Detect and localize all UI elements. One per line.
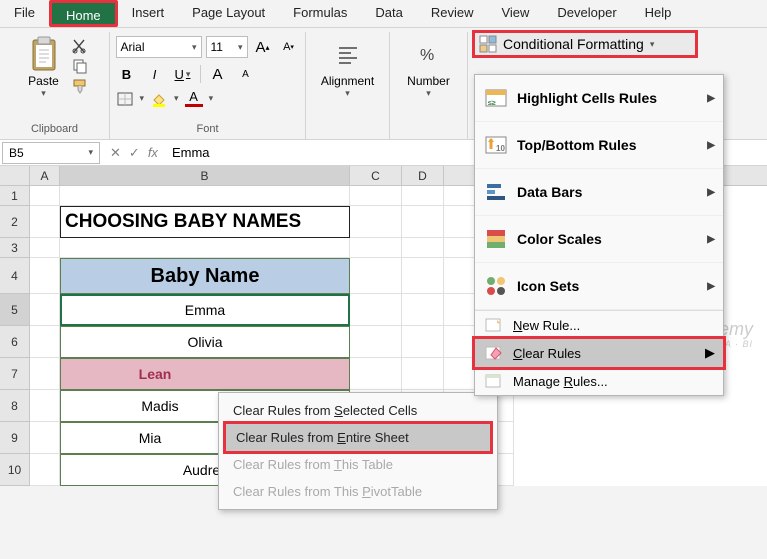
menubar: File Home Insert Page Layout Formulas Da… <box>0 0 767 28</box>
conditional-formatting-button[interactable]: Conditional Formatting ▾ <box>472 30 698 58</box>
menu-formulas[interactable]: Formulas <box>279 0 361 27</box>
chevron-down-icon: ▾ <box>650 39 655 50</box>
font-color-icon[interactable]: A <box>185 90 203 107</box>
highlight-cells-icon: ≤≥ <box>485 87 507 109</box>
menu-file[interactable]: File <box>0 0 49 27</box>
row-4[interactable]: 4 <box>0 258 30 294</box>
alignment-button[interactable]: Alignment ▾ <box>313 34 383 99</box>
top-bottom-icon: 10 <box>485 134 507 156</box>
paste-button[interactable]: Paste ▾ <box>21 34 67 99</box>
col-C[interactable]: C <box>350 166 402 185</box>
cf-new-rule[interactable]: NNew Rule...ew Rule... <box>475 311 723 339</box>
fill-color-icon[interactable] <box>150 91 168 107</box>
ribbon-group-clipboard: Paste ▾ Clipboard <box>0 32 110 139</box>
clear-rules-submenu: Clear Rules from Selected Cells Clear Ru… <box>218 392 498 510</box>
ribbon-group-alignment: Alignment ▾ <box>306 32 390 139</box>
alignment-icon <box>335 42 361 68</box>
menu-developer[interactable]: Developer <box>543 0 630 27</box>
cell-B6[interactable]: Olivia <box>60 326 350 358</box>
borders-icon[interactable] <box>116 91 134 107</box>
underline-button[interactable]: U▾ <box>172 64 194 84</box>
fx-icon[interactable]: fx <box>148 145 158 160</box>
menu-insert[interactable]: Insert <box>118 0 179 27</box>
col-D[interactable]: D <box>402 166 444 185</box>
cf-manage-rules[interactable]: Manage Rules... <box>475 367 723 395</box>
color-scales-icon <box>485 228 507 250</box>
decrease-font-icon[interactable]: A▾ <box>278 37 300 57</box>
formula-input[interactable]: Emma <box>166 145 210 160</box>
title-cell[interactable]: CHOOSING BABY NAMES <box>60 206 350 238</box>
menu-view[interactable]: View <box>487 0 543 27</box>
row-1[interactable]: 1 <box>0 186 30 206</box>
clipboard-label: Clipboard <box>31 123 78 137</box>
cf-top-bottom-rules[interactable]: 10 Top/Bottom Rules ▶ <box>475 122 723 169</box>
row-2[interactable]: 2 <box>0 206 30 238</box>
paste-label: Paste <box>28 74 59 88</box>
cancel-icon[interactable]: ✕ <box>110 145 121 161</box>
chevron-down-icon: ▾ <box>41 88 46 99</box>
svg-text:≤≥: ≤≥ <box>488 100 496 107</box>
row-3[interactable]: 3 <box>0 238 30 258</box>
cell-B7[interactable]: Lean <box>60 358 350 390</box>
name-box[interactable]: B5▾ <box>2 142 100 164</box>
menu-help[interactable]: Help <box>631 0 686 27</box>
menu-review[interactable]: Review <box>417 0 488 27</box>
select-all[interactable] <box>0 166 30 185</box>
clear-rules-this-table: Clear Rules from This Table <box>223 451 493 478</box>
new-rule-icon <box>485 317 503 333</box>
ribbon-group-styles: Conditional Formatting ▾ ≤≥ Highlight Ce… <box>468 32 728 139</box>
percent-icon: % <box>416 42 442 68</box>
conditional-formatting-menu: ≤≥ Highlight Cells Rules ▶ 10 Top/Bottom… <box>474 74 724 396</box>
cf-clear-rules[interactable]: Clear Rules ▶ <box>472 336 726 370</box>
row-10[interactable]: 10 <box>0 454 30 486</box>
font-size-big-icon[interactable]: A <box>207 64 229 84</box>
clipboard-icon <box>29 36 59 74</box>
increase-font-icon[interactable]: A▴ <box>252 37 274 57</box>
font-size-small-icon[interactable]: A <box>235 64 257 84</box>
row-9[interactable]: 9 <box>0 422 30 454</box>
clear-rules-this-pivot: Clear Rules from This PivotTable <box>223 478 493 505</box>
clear-rules-selected-cells[interactable]: Clear Rules from Selected Cells <box>223 397 493 424</box>
menu-page-layout[interactable]: Page Layout <box>178 0 279 27</box>
data-bars-icon <box>485 181 507 203</box>
copy-icon[interactable] <box>71 58 89 74</box>
enter-icon[interactable]: ✓ <box>129 145 140 161</box>
cell-B5[interactable]: Emma <box>60 294 350 326</box>
cf-highlight-cells-rules[interactable]: ≤≥ Highlight Cells Rules ▶ <box>475 75 723 122</box>
row-8[interactable]: 8 <box>0 390 30 422</box>
cf-data-bars[interactable]: Data Bars ▶ <box>475 169 723 216</box>
cf-icon <box>479 35 497 53</box>
font-name-select[interactable]: Arial▾ <box>116 36 202 58</box>
clear-rules-entire-sheet[interactable]: Clear Rules from Entire Sheet <box>223 421 493 454</box>
svg-text:%: % <box>420 47 434 64</box>
format-painter-icon[interactable] <box>71 78 89 94</box>
cf-color-scales[interactable]: Color Scales ▶ <box>475 216 723 263</box>
clear-rules-icon <box>485 345 503 361</box>
font-size-select[interactable]: 11▾ <box>206 36 248 58</box>
row-7[interactable]: 7 <box>0 358 30 390</box>
font-label: Font <box>196 123 218 137</box>
ribbon-group-number: % Number ▾ <box>390 32 468 139</box>
cut-icon[interactable] <box>71 38 89 54</box>
row-5[interactable]: 5 <box>0 294 30 326</box>
col-B[interactable]: B <box>60 166 350 185</box>
manage-rules-icon <box>485 373 503 389</box>
row-6[interactable]: 6 <box>0 326 30 358</box>
menu-data[interactable]: Data <box>361 0 416 27</box>
ribbon: Paste ▾ Clipboard Arial▾ 11▾ A▴ A▾ B I U… <box>0 28 767 140</box>
ribbon-group-font: Arial▾ 11▾ A▴ A▾ B I U▾ A A ▾ ▾ A▾ Font <box>110 32 306 139</box>
col-A[interactable]: A <box>30 166 60 185</box>
header-cell[interactable]: Baby Name <box>60 258 350 294</box>
menu-home[interactable]: Home <box>49 0 118 27</box>
bold-button[interactable]: B <box>116 64 138 84</box>
italic-button[interactable]: I <box>144 64 166 84</box>
cf-icon-sets[interactable]: Icon Sets ▶ <box>475 263 723 310</box>
svg-text:10: 10 <box>496 144 505 153</box>
icon-sets-icon <box>485 275 507 297</box>
number-button[interactable]: % Number ▾ <box>394 34 464 99</box>
